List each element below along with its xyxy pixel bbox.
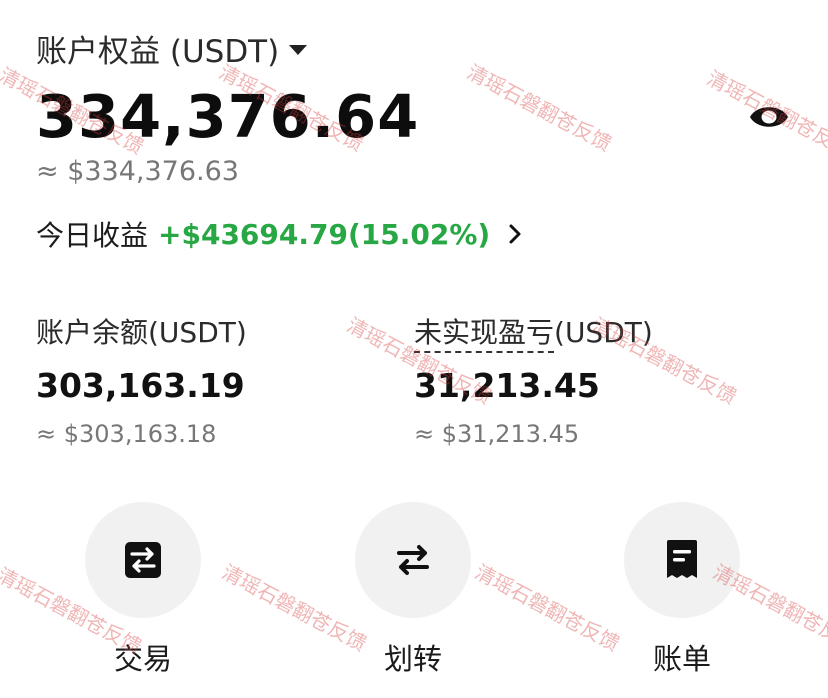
trade-button-circle[interactable] [85, 502, 201, 618]
chevron-right-icon [509, 224, 521, 244]
unrealized-pnl-usd-approx: ≈ $31,213.45 [414, 420, 580, 448]
bill-button-label: 账单 [652, 642, 711, 676]
eye-icon[interactable] [748, 98, 790, 136]
transfer-button-circle[interactable] [355, 502, 471, 618]
unrealized-pnl-unit: (USDT) [554, 316, 653, 349]
bill-button[interactable]: 账单 [622, 502, 742, 678]
watermark: 清瑶石磐翻苍反馈 [218, 559, 371, 656]
caret-down-icon [289, 44, 308, 55]
transfer-icon [397, 545, 429, 575]
transfer-button[interactable]: 划转 [353, 502, 473, 678]
equity-value: 334,376.64 [36, 82, 420, 151]
trade-button-label: 交易 [113, 642, 172, 676]
trade-button[interactable]: 交易 [83, 502, 203, 678]
equity-usd-approx: ≈ $334,376.63 [36, 156, 239, 187]
today-pnl-row[interactable]: 今日收益 +$43694.79(15.02%) [36, 214, 526, 254]
balance-label: 账户余额(USDT) [36, 316, 247, 349]
watermark: 清瑶石磐翻苍反馈 [471, 559, 624, 656]
watermark: 清瑶石磐翻苍反馈 [463, 59, 616, 156]
bill-button-circle[interactable] [624, 502, 740, 618]
equity-header-selector[interactable]: 账户权益 (USDT) [36, 26, 308, 71]
balance-value: 303,163.19 [36, 366, 245, 405]
bill-icon [667, 540, 697, 578]
transfer-button-label: 划转 [383, 642, 442, 676]
today-pnl-label: 今日收益 [36, 219, 149, 252]
today-pnl-value: +$43694.79(15.02%) [158, 217, 491, 251]
balance-usd-approx: ≈ $303,163.18 [36, 420, 217, 448]
equity-label: 账户权益 (USDT) [36, 34, 280, 70]
unrealized-pnl-value: 31,213.45 [414, 366, 600, 405]
unrealized-pnl-label-group: 未实现盈亏(USDT) [414, 311, 653, 353]
trade-icon [125, 542, 161, 578]
unrealized-pnl-label[interactable]: 未实现盈亏 [414, 316, 555, 353]
